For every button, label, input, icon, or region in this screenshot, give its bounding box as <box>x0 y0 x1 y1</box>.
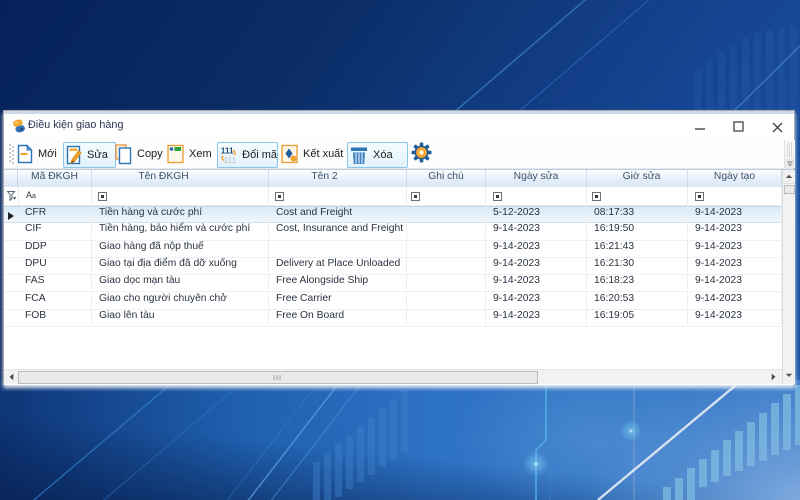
svg-text:111: 111 <box>221 146 234 155</box>
svg-text:111: 111 <box>224 156 237 165</box>
